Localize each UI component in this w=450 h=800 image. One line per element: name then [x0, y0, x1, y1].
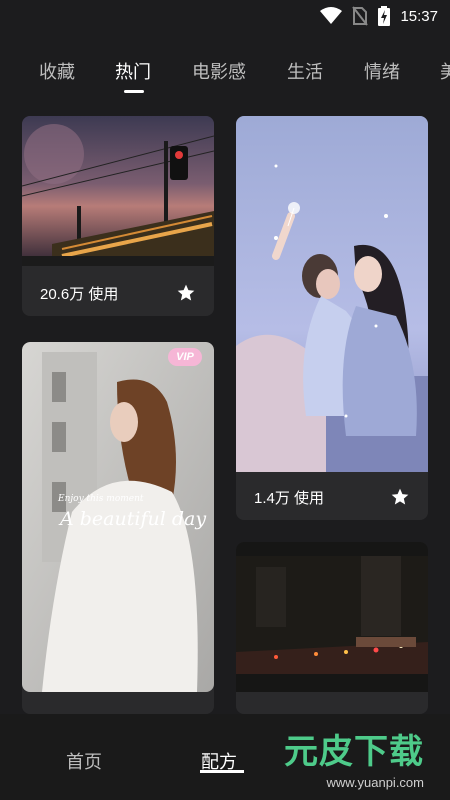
card-thumbnail	[22, 116, 214, 266]
card-thumbnail	[236, 542, 428, 692]
filter-card[interactable]	[236, 542, 428, 714]
card-footer: 20.6万 使用	[22, 270, 214, 316]
card-thumbnail	[236, 116, 428, 472]
filter-card[interactable]: VIP Enjoy this moment A beautiful day	[22, 342, 214, 714]
watermark-title: 元皮下载	[284, 732, 424, 772]
star-icon[interactable]	[390, 487, 410, 507]
card-footer: 1.4万 使用	[236, 474, 428, 520]
battery-charging-icon	[378, 6, 391, 26]
status-bar: 15:37	[0, 0, 450, 34]
filter-card[interactable]: 1.4万 使用	[236, 116, 428, 520]
wifi-icon	[320, 7, 343, 24]
watermark-url: www.yuanpi.com	[326, 775, 424, 790]
tab-mood[interactable]: 情绪	[364, 58, 400, 84]
nav-home[interactable]: 首页	[66, 748, 102, 774]
category-tabs: 收藏 热门 电影感 生活 情绪 美	[0, 52, 450, 92]
tab-beauty[interactable]: 美	[440, 58, 450, 84]
active-nav-indicator	[200, 770, 244, 773]
status-time: 15:37	[400, 7, 438, 25]
tab-life[interactable]: 生活	[287, 58, 323, 84]
tab-popular[interactable]: 热门	[115, 58, 151, 84]
active-tab-indicator	[124, 90, 144, 93]
filter-card[interactable]: 20.6万 使用	[22, 116, 214, 316]
watermark: 元皮下载 www.yuanpi.com	[272, 722, 442, 794]
vip-badge: VIP	[168, 348, 202, 366]
overlay-title: A beautiful day	[60, 508, 207, 530]
star-icon[interactable]	[176, 283, 196, 303]
usage-count: 1.4万 使用	[254, 489, 325, 507]
tab-favorites[interactable]: 收藏	[39, 58, 75, 84]
tab-cinematic[interactable]: 电影感	[192, 58, 246, 84]
overlay-subtitle: Enjoy this moment	[58, 494, 144, 504]
status-icons: 15:37	[320, 6, 438, 26]
usage-count: 20.6万 使用	[40, 285, 119, 303]
no-sim-icon	[352, 6, 369, 26]
